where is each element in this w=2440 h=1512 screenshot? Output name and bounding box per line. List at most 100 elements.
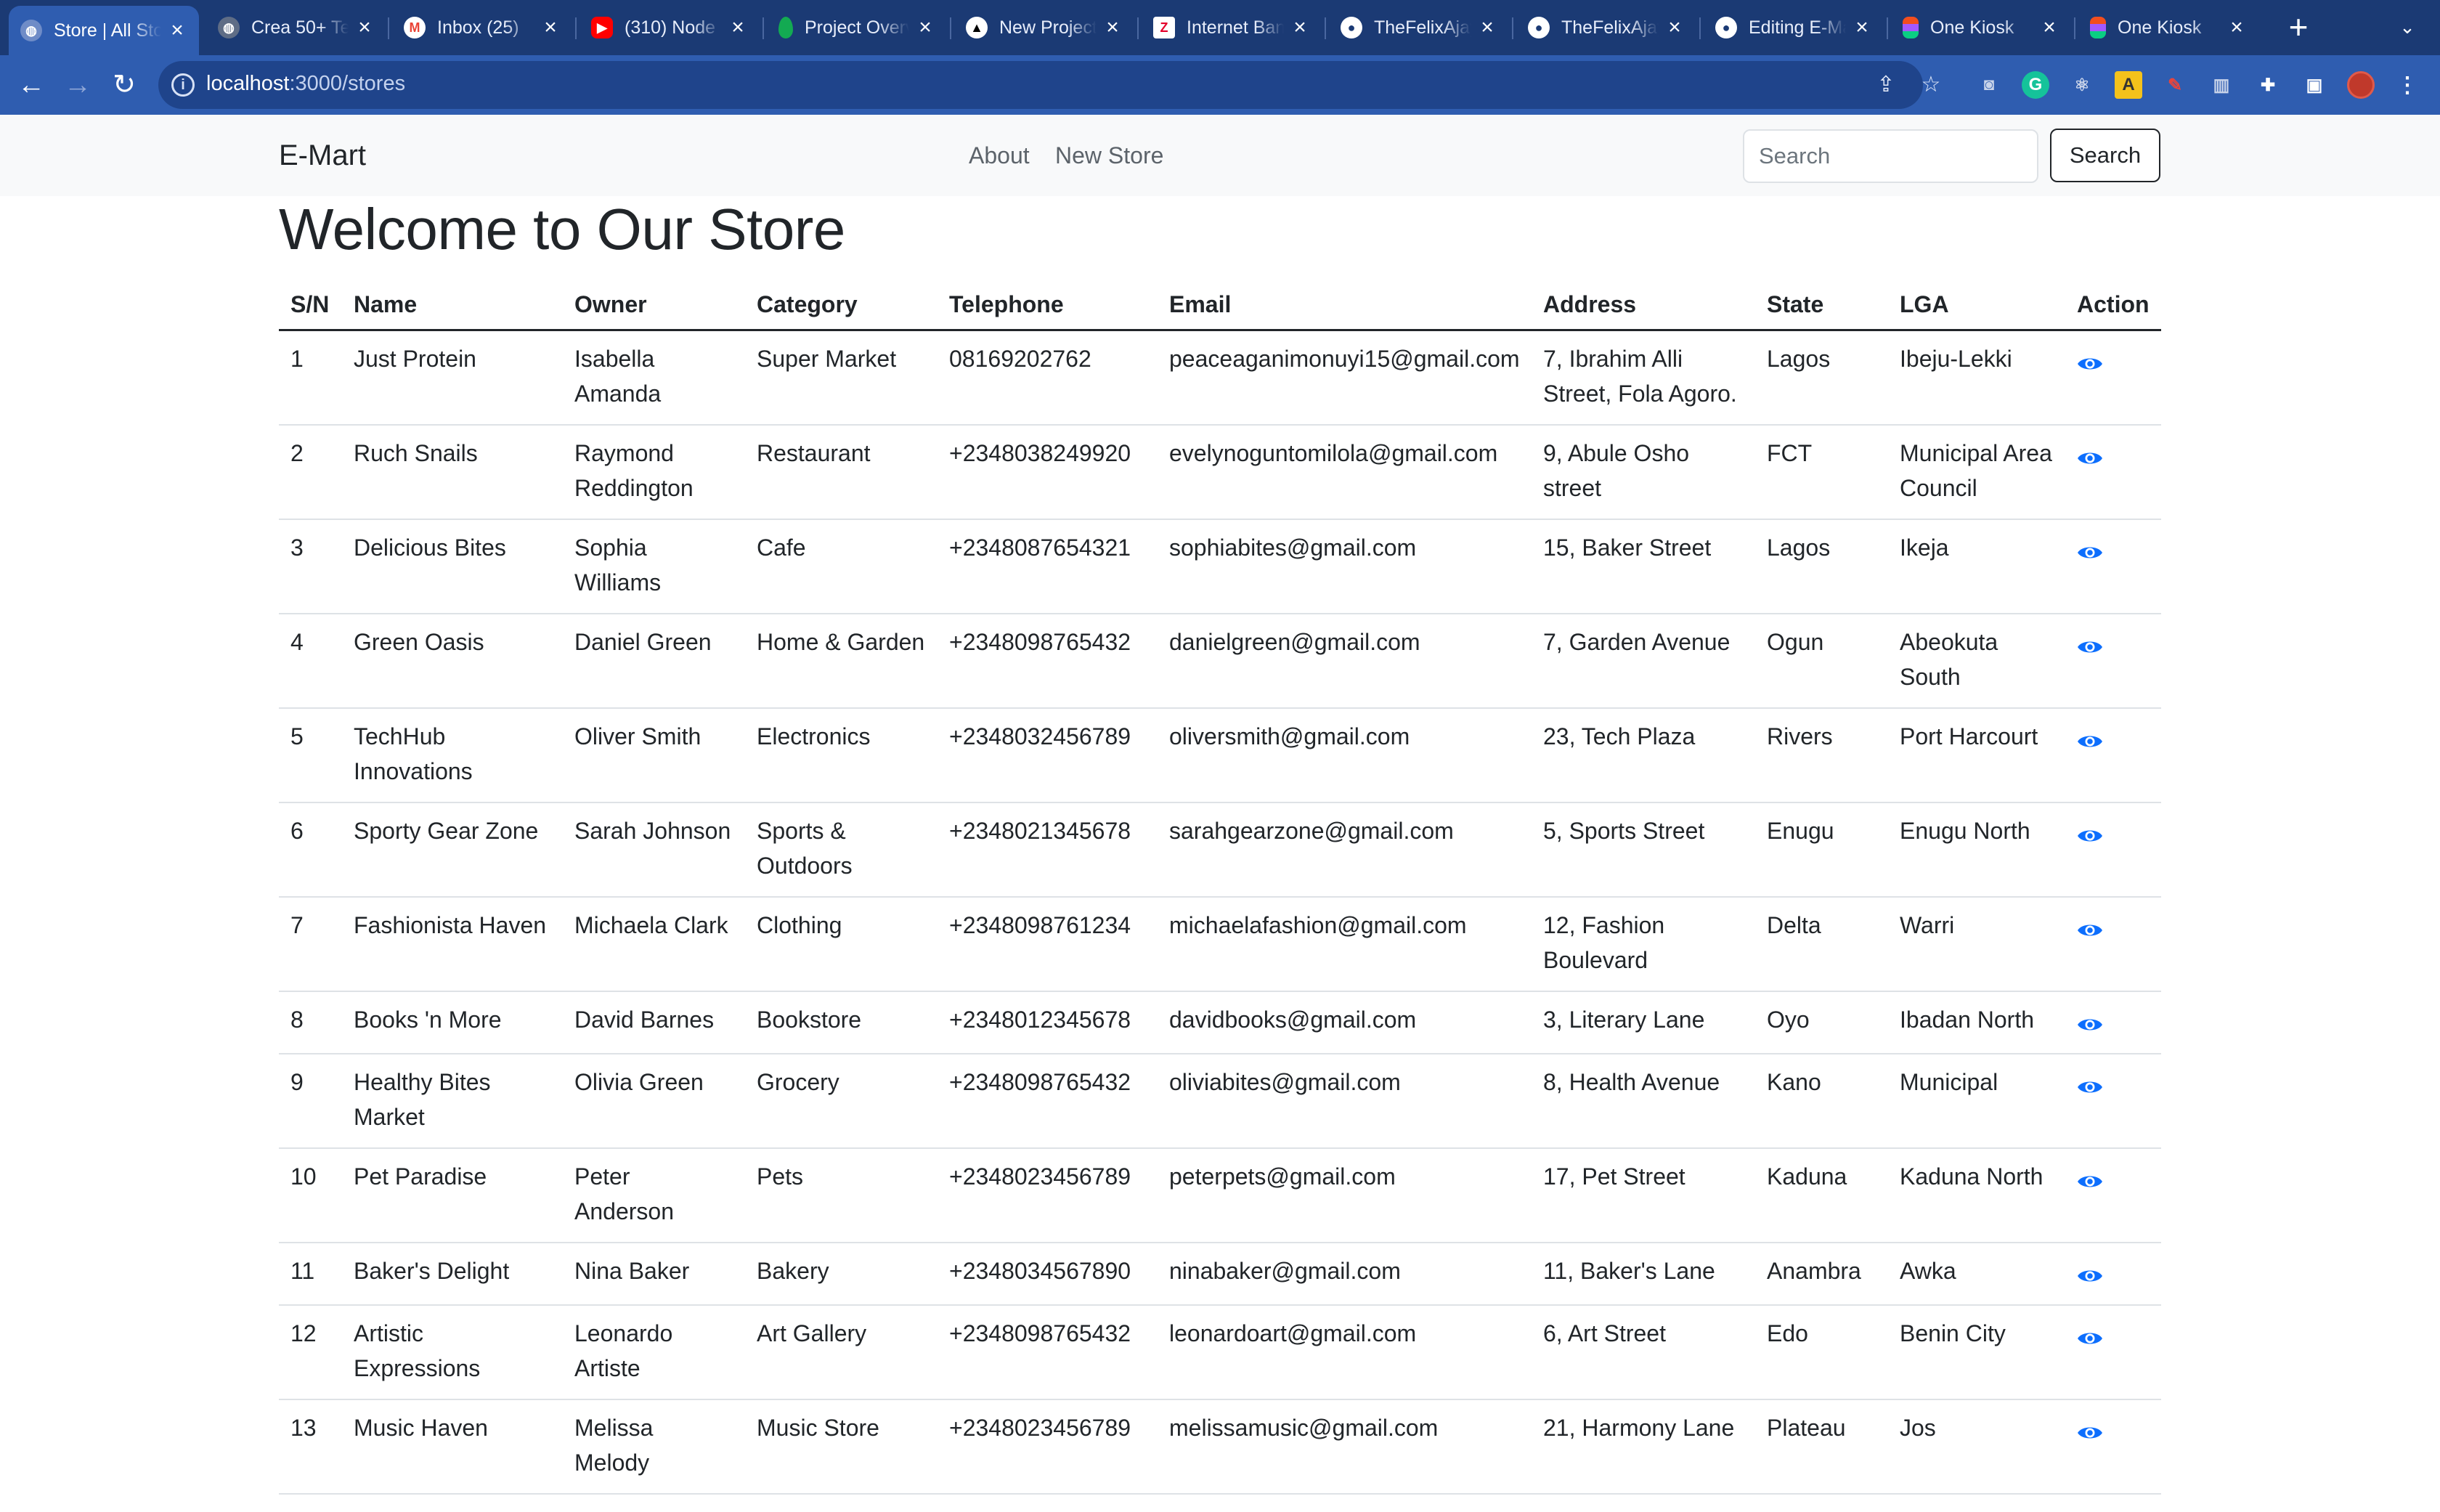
store-telephone: +2348098761234 (938, 896, 1158, 992)
action-cell (2065, 613, 2161, 709)
search-input[interactable] (1743, 129, 2038, 183)
store-category: Bakery (745, 1242, 938, 1306)
store-address: 6, Art Street (1532, 1304, 1755, 1400)
new-tab-plus-icon[interactable]: + (2280, 9, 2317, 45)
tab-separator (575, 17, 577, 39)
store-category: Cafe (745, 519, 938, 614)
store-state: Ogun (1755, 613, 1888, 709)
brand-logo[interactable]: E-Mart (279, 139, 366, 172)
close-icon[interactable]: × (1852, 15, 1872, 40)
browser-tab[interactable]: One Kiosk × (2078, 7, 2258, 48)
view-icon[interactable] (2077, 442, 2103, 476)
url-text[interactable]: localhost:3000/stores (206, 72, 405, 96)
close-icon[interactable]: × (1477, 15, 1497, 40)
action-cell (2065, 519, 2161, 614)
action-cell (2065, 1242, 2161, 1306)
column-header: State (1755, 280, 1888, 331)
mongodb-icon (778, 17, 793, 38)
browser-tab[interactable]: ● TheFelixAjayi × (1329, 7, 1509, 48)
browser-tab[interactable]: ● TheFelixAjayi × (1516, 7, 1696, 48)
address-bar[interactable]: i localhost:3000/stores ⇪ ☆ (158, 61, 1940, 109)
search-button[interactable]: Search (2050, 129, 2160, 182)
store-category: Electronics (745, 707, 938, 803)
store-state: Lagos (1755, 519, 1888, 614)
browser-tab[interactable]: ● Editing E-Mart × (1704, 7, 1884, 48)
store-name: Just Protein (342, 330, 563, 426)
site-info-icon[interactable]: i (171, 73, 195, 97)
store-email: peaceaganimonuyi15@gmail.com (1158, 330, 1532, 426)
tab-separator (1512, 17, 1513, 39)
column-header: LGA (1888, 280, 2065, 331)
row-number: 5 (279, 707, 342, 803)
store-state: Enugu (1755, 802, 1888, 898)
view-icon[interactable] (2077, 1070, 2103, 1105)
vercel-icon: ▲ (966, 17, 988, 38)
view-icon[interactable] (2077, 1416, 2103, 1451)
store-address: 15, Baker Street (1532, 519, 1755, 614)
close-icon[interactable]: × (1664, 15, 1685, 40)
bookmark-star-icon[interactable]: ☆ (1919, 73, 1943, 97)
store-lga: Abeokuta South (1888, 613, 2065, 709)
view-icon[interactable] (2077, 630, 2103, 665)
store-email: sophiabites@gmail.com (1158, 519, 1532, 614)
store-email: evelynoguntomilola@gmail.com (1158, 424, 1532, 520)
more-menu-icon[interactable]: ⋮ (2394, 71, 2421, 99)
view-icon[interactable] (2077, 819, 2103, 854)
view-icon[interactable] (2077, 1322, 2103, 1357)
browser-tab[interactable]: One Kiosk × (1891, 7, 2071, 48)
forward-arrow-icon[interactable]: → (60, 67, 96, 103)
share-icon[interactable]: ⇪ (1874, 73, 1898, 97)
close-icon[interactable]: × (354, 15, 375, 40)
row-number: 12 (279, 1304, 342, 1400)
react-devtools-icon[interactable]: ⚛ (2068, 71, 2096, 99)
reload-icon[interactable]: ↻ (106, 67, 142, 103)
close-icon[interactable]: × (1290, 15, 1310, 40)
profile-avatar[interactable] (2347, 71, 2375, 99)
store-lga: Enugu North (1888, 802, 2065, 898)
row-number: 8 (279, 991, 342, 1054)
store-owner: Nina Baker (563, 1242, 745, 1306)
store-address: 7, Garden Avenue (1532, 613, 1755, 709)
google-drive-extension-icon[interactable]: A (2115, 71, 2142, 99)
store-category: Clothing (745, 896, 938, 992)
tab-search-chevron-icon[interactable]: ⌄ (2393, 9, 2422, 45)
browser-tab[interactable]: M Inbox (25) × (392, 7, 572, 48)
view-icon[interactable] (2077, 1165, 2103, 1200)
close-icon[interactable]: × (167, 18, 187, 43)
grammarly-extension-icon[interactable]: G (2022, 71, 2049, 99)
browser-tab[interactable]: ◍ Crea 50+ Templates × (206, 7, 386, 48)
gmail-icon: M (404, 17, 426, 38)
view-icon[interactable] (2077, 914, 2103, 948)
extensions-puzzle-icon[interactable]: ✚ (2254, 71, 2282, 99)
reading-list-icon[interactable]: ▥ (2208, 71, 2235, 99)
side-panel-icon[interactable]: ▣ (2301, 71, 2328, 99)
store-name: Sporty Gear Zone (342, 802, 563, 898)
browser-tab[interactable]: ▶ (310) Node × (580, 7, 760, 48)
row-number: 1 (279, 330, 342, 426)
colorzilla-extension-icon[interactable]: ✎ (2161, 71, 2189, 99)
close-icon[interactable]: × (2039, 15, 2059, 40)
nav-link-about[interactable]: About (969, 142, 1030, 169)
store-owner: Olivia Green (563, 1053, 745, 1149)
close-icon[interactable]: × (915, 15, 935, 40)
browser-tab[interactable]: Z Internet Banking × (1142, 7, 1322, 48)
view-icon[interactable] (2077, 536, 2103, 571)
browser-tab[interactable]: ◍ Store | All Stores × (9, 6, 199, 55)
close-icon[interactable]: × (2226, 15, 2247, 40)
store-email: leonardoart@gmail.com (1158, 1304, 1532, 1400)
store-telephone: +2348087654321 (938, 519, 1158, 614)
store-owner: Michaela Clark (563, 896, 745, 992)
close-icon[interactable]: × (728, 15, 748, 40)
camera-extension-icon[interactable]: ◙ (1975, 71, 2003, 99)
browser-tab[interactable]: ▲ New Project × (954, 7, 1134, 48)
view-icon[interactable] (2077, 1008, 2103, 1043)
back-arrow-icon[interactable]: ← (13, 67, 49, 103)
close-icon[interactable]: × (540, 15, 561, 40)
view-icon[interactable] (2077, 347, 2103, 382)
browser-tab[interactable]: Project Overview × (767, 7, 947, 48)
store-name: Ruch Snails (342, 424, 563, 520)
view-icon[interactable] (2077, 1259, 2103, 1294)
close-icon[interactable]: × (1102, 15, 1123, 40)
nav-link-new-store[interactable]: New Store (1055, 142, 1163, 169)
view-icon[interactable] (2077, 725, 2103, 760)
